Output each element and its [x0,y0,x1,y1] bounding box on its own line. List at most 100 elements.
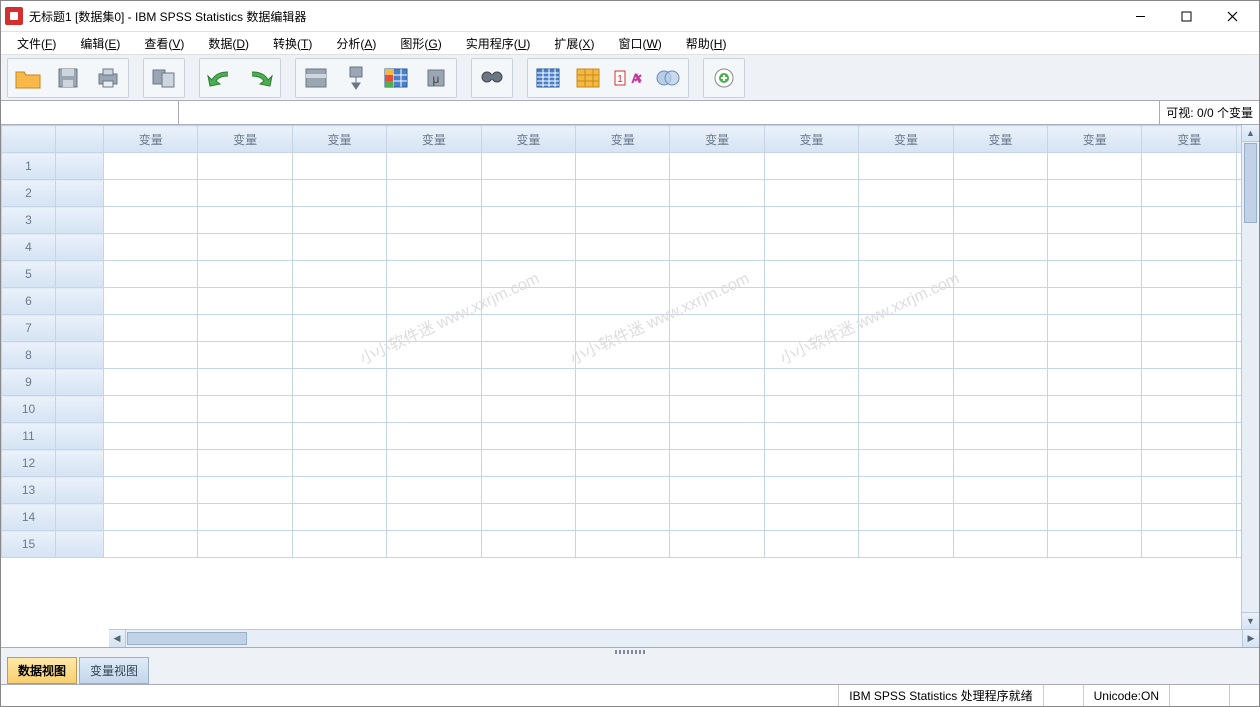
grid-cell[interactable] [953,531,1047,558]
grid-cell[interactable] [576,531,670,558]
grid-cell[interactable] [670,477,764,504]
grid-cell[interactable] [764,261,858,288]
row-header[interactable]: 2 [2,180,56,207]
grid-cell[interactable] [292,423,386,450]
grid-cell[interactable] [481,261,575,288]
menu-文件[interactable]: 文件(F) [5,33,68,54]
grid-cell[interactable] [387,207,481,234]
grid-cell[interactable] [104,504,198,531]
grid-cell[interactable] [859,288,953,315]
grid-cell[interactable] [104,153,198,180]
goto-case-button[interactable] [296,59,336,97]
grid-cell[interactable] [292,315,386,342]
cell-value-input[interactable] [183,103,1155,122]
grid-cell[interactable] [576,315,670,342]
column-header[interactable]: 变量 [764,126,858,153]
grid-cell[interactable] [1142,396,1237,423]
grid-cell[interactable] [670,423,764,450]
grid-cell[interactable] [953,450,1047,477]
grid-cell[interactable] [953,477,1047,504]
grid-cell[interactable] [1142,450,1237,477]
grid-cell[interactable] [481,207,575,234]
grid-cell[interactable] [198,180,292,207]
grid-cell[interactable] [387,288,481,315]
grid-cell[interactable] [670,153,764,180]
grid-cell[interactable] [292,477,386,504]
grid-cell[interactable] [387,234,481,261]
grid-cell[interactable] [953,423,1047,450]
menu-编辑[interactable]: 编辑(E) [68,33,132,54]
menu-实用程序[interactable]: 实用程序(U) [454,33,543,54]
horizontal-scrollbar[interactable]: ◀ ▶ [109,629,1259,647]
save-button[interactable] [48,59,88,97]
grid-cell[interactable] [953,261,1047,288]
grid-cell[interactable] [670,504,764,531]
grid-cell[interactable] [387,153,481,180]
grid-cell[interactable] [481,369,575,396]
grid-cell[interactable] [198,234,292,261]
row-header[interactable]: 12 [2,450,56,477]
grid-cell[interactable] [198,342,292,369]
grid-cell[interactable] [198,261,292,288]
grid-cell[interactable] [1142,261,1237,288]
run-descriptives-button[interactable]: μ [416,59,456,97]
grid-cell[interactable] [953,342,1047,369]
column-header[interactable]: 变量 [1142,126,1237,153]
grid-cell[interactable] [764,477,858,504]
grid-cell[interactable] [670,207,764,234]
grid-cell[interactable] [1142,342,1237,369]
grid-cell[interactable] [198,450,292,477]
grid-cell[interactable] [104,396,198,423]
grid-cell[interactable] [387,477,481,504]
grid-cell[interactable] [292,153,386,180]
grid-cell[interactable] [670,450,764,477]
menu-转换[interactable]: 转换(T) [261,33,324,54]
grid-cell[interactable] [1142,369,1237,396]
grid-cell[interactable] [481,396,575,423]
grid-cell[interactable] [1142,207,1237,234]
grid-cell[interactable] [764,342,858,369]
grid-cell[interactable] [859,153,953,180]
grid-cell[interactable] [576,207,670,234]
minimize-button[interactable] [1117,1,1163,31]
column-header[interactable]: 变量 [198,126,292,153]
column-header[interactable]: 变量 [953,126,1047,153]
grid-cell[interactable] [576,180,670,207]
row-header[interactable]: 14 [2,504,56,531]
weight-cases-button[interactable] [568,59,608,97]
column-header[interactable]: 变量 [292,126,386,153]
goto-variable-button[interactable] [336,59,376,97]
grid-cell[interactable] [198,207,292,234]
grid-cell[interactable] [104,531,198,558]
grid-cell[interactable] [292,396,386,423]
grid-cell[interactable] [1048,504,1142,531]
maximize-button[interactable] [1163,1,1209,31]
grid-cell[interactable] [1142,477,1237,504]
grid-cell[interactable] [104,342,198,369]
grid-cell[interactable] [859,396,953,423]
grid-cell[interactable] [764,180,858,207]
row-header[interactable]: 7 [2,315,56,342]
grid-cell[interactable] [764,531,858,558]
grid-cell[interactable] [387,450,481,477]
row-header[interactable]: 15 [2,531,56,558]
grid-cell[interactable] [481,315,575,342]
grid-cell[interactable] [1142,234,1237,261]
scroll-left-arrow-icon[interactable]: ◀ [109,630,126,647]
grid-cell[interactable] [576,153,670,180]
grid-cell[interactable] [481,288,575,315]
grid-cell[interactable] [1048,288,1142,315]
grid-cell[interactable] [104,261,198,288]
grid-cell[interactable] [670,234,764,261]
grid-cell[interactable] [859,315,953,342]
grid-cell[interactable] [198,315,292,342]
grid-cell[interactable] [764,234,858,261]
column-header[interactable]: 变量 [481,126,575,153]
row-header[interactable]: 11 [2,423,56,450]
variables-button[interactable] [376,59,416,97]
grid-cell[interactable] [670,288,764,315]
split-file-button[interactable] [528,59,568,97]
grid-cell[interactable] [198,531,292,558]
column-header[interactable]: 变量 [387,126,481,153]
grid-cell[interactable] [764,288,858,315]
